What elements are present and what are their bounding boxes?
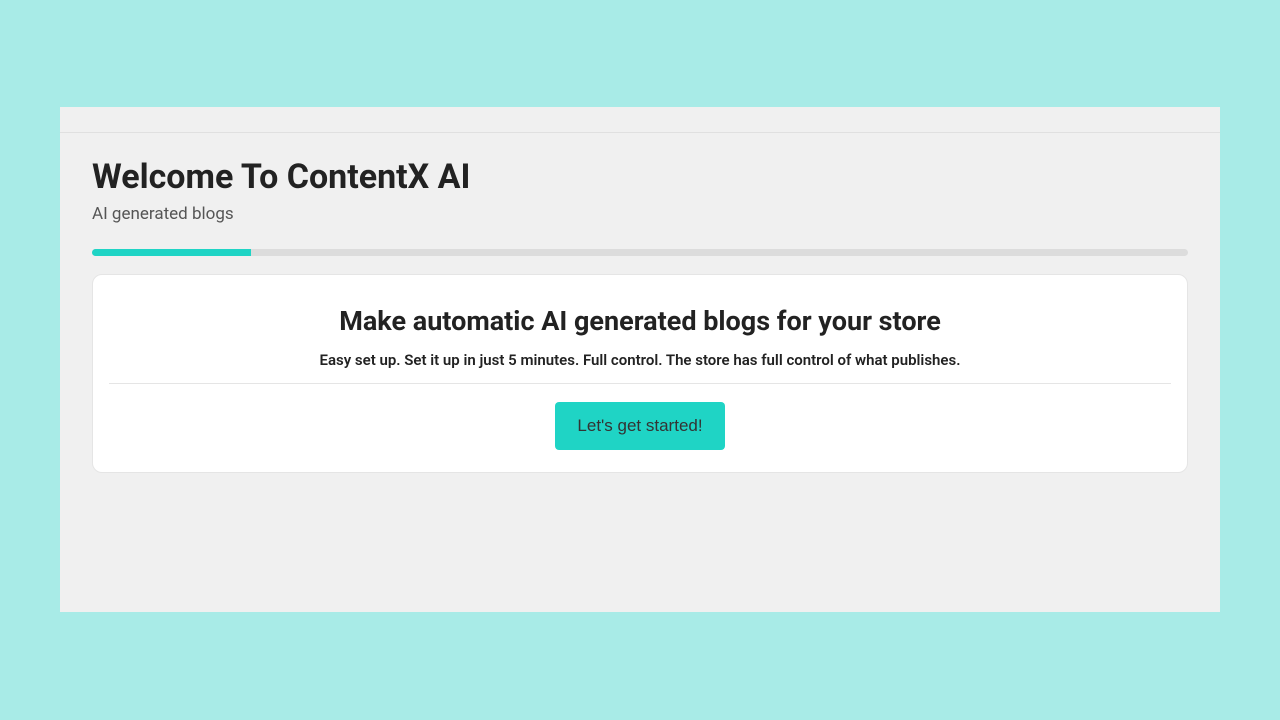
progress-fill [92, 249, 251, 256]
progress-bar [92, 249, 1188, 256]
card-heading: Make automatic AI generated blogs for yo… [109, 305, 1171, 337]
page-subtitle: AI generated blogs [92, 204, 1188, 224]
onboarding-panel: Welcome To ContentX AI AI generated blog… [60, 107, 1220, 612]
onboarding-card: Make automatic AI generated blogs for yo… [92, 274, 1188, 473]
page-title: Welcome To ContentX AI [92, 157, 1188, 198]
get-started-button[interactable]: Let's get started! [555, 402, 724, 450]
header: Welcome To ContentX AI AI generated blog… [92, 107, 1188, 224]
card-description: Easy set up. Set it up in just 5 minutes… [109, 351, 1171, 383]
top-divider [60, 132, 1220, 133]
card-divider [109, 383, 1171, 384]
